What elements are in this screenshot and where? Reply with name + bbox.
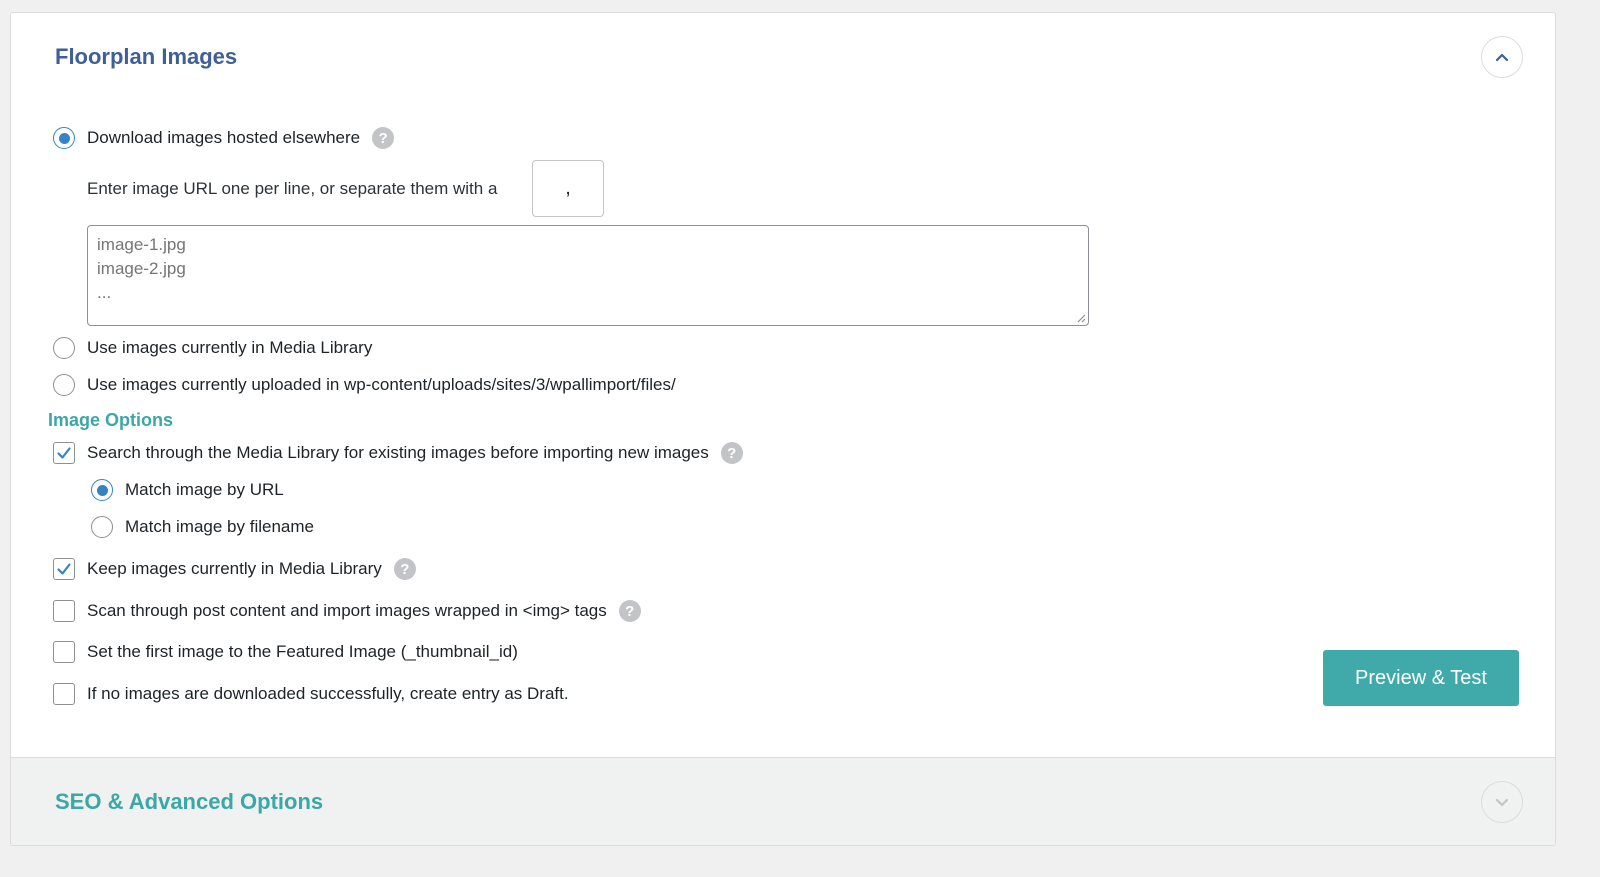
separator-input[interactable] <box>532 160 604 217</box>
draft-label: If no images are downloaded successfully… <box>87 684 569 703</box>
chevron-down-icon <box>1495 798 1509 807</box>
scan-content-option[interactable]: Scan through post content and import ima… <box>53 600 641 622</box>
checkmark-icon <box>57 563 71 575</box>
collapse-button[interactable] <box>1481 36 1523 78</box>
search-media-option[interactable]: Search through the Media Library for exi… <box>53 442 743 464</box>
media-library-radio[interactable] <box>53 337 75 359</box>
keep-images-label: Keep images currently in Media Library <box>87 559 382 578</box>
separator-instructions: Enter image URL one per line, or separat… <box>87 179 498 198</box>
scan-content-label: Scan through post content and import ima… <box>87 601 607 620</box>
keep-images-option[interactable]: Keep images currently in Media Library ? <box>53 558 416 580</box>
help-icon[interactable]: ? <box>372 127 395 149</box>
help-icon[interactable]: ? <box>393 558 416 580</box>
uploaded-files-label: Use images currently uploaded in wp-cont… <box>87 375 676 394</box>
uploaded-files-radio[interactable] <box>53 374 75 396</box>
urls-textarea[interactable] <box>87 225 1089 326</box>
search-media-label: Search through the Media Library for exi… <box>87 443 709 462</box>
urls-textarea-wrapper <box>87 225 1089 326</box>
seo-advanced-section[interactable]: SEO & Advanced Options <box>11 757 1555 845</box>
media-library-label: Use images currently in Media Library <box>87 338 373 357</box>
match-by-url-option[interactable]: Match image by URL <box>91 479 284 501</box>
seo-advanced-title: SEO & Advanced Options <box>55 789 324 814</box>
featured-image-option[interactable]: Set the first image to the Featured Imag… <box>53 641 518 663</box>
preview-test-button[interactable]: Preview & Test <box>1323 650 1519 706</box>
search-media-checkbox[interactable] <box>53 442 75 464</box>
expand-button[interactable] <box>1481 781 1523 823</box>
featured-image-checkbox[interactable] <box>53 641 75 663</box>
draft-option[interactable]: If no images are downloaded successfully… <box>53 683 569 705</box>
keep-images-checkbox[interactable] <box>53 558 75 580</box>
match-by-filename-label: Match image by filename <box>125 517 314 536</box>
checkmark-icon <box>57 447 71 459</box>
match-by-url-label: Match image by URL <box>125 480 284 499</box>
uploaded-files-option[interactable]: Use images currently uploaded in wp-cont… <box>53 374 676 396</box>
download-radio[interactable] <box>53 127 75 149</box>
floorplan-images-panel: Floorplan Images Download images hosted … <box>10 12 1556 846</box>
scan-content-checkbox[interactable] <box>53 600 75 622</box>
download-label: Download images hosted elsewhere <box>87 128 361 147</box>
match-by-filename-radio[interactable] <box>91 516 113 538</box>
match-by-filename-option[interactable]: Match image by filename <box>91 516 314 538</box>
panel-title: Floorplan Images <box>55 44 238 69</box>
resize-grip-icon[interactable] <box>1076 313 1086 323</box>
image-options-heading: Image Options <box>48 410 174 430</box>
draft-checkbox[interactable] <box>53 683 75 705</box>
chevron-up-icon <box>1495 53 1509 62</box>
match-by-url-radio[interactable] <box>91 479 113 501</box>
help-icon[interactable]: ? <box>720 442 743 464</box>
help-icon[interactable]: ? <box>618 600 641 622</box>
download-option[interactable]: Download images hosted elsewhere ? <box>53 127 395 149</box>
media-library-option[interactable]: Use images currently in Media Library <box>53 337 372 359</box>
featured-image-label: Set the first image to the Featured Imag… <box>87 642 518 661</box>
